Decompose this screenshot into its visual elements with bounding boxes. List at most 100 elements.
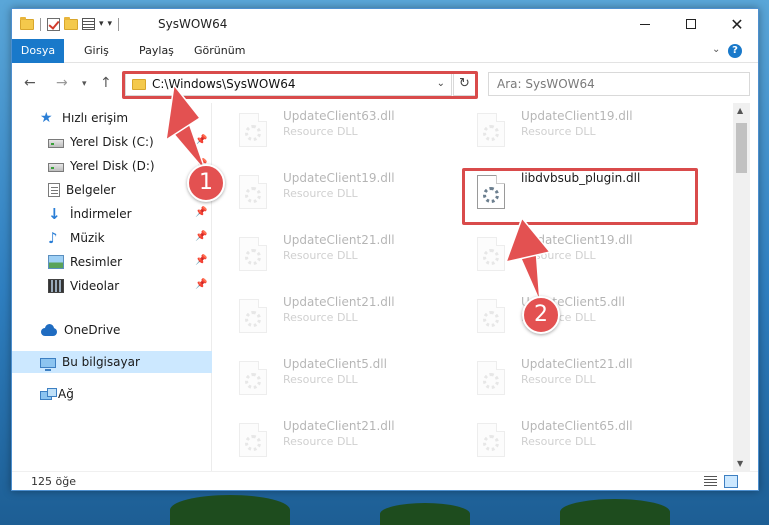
dll-file-icon <box>239 175 267 209</box>
minimize-button[interactable] <box>622 9 668 39</box>
file-item[interactable]: UpdateClient63.dll Resource DLL <box>213 103 433 159</box>
recent-locations-icon[interactable]: ▾ <box>82 79 87 89</box>
pin-icon[interactable]: 📌 <box>195 279 207 290</box>
sidebar-item-label: Resimler <box>70 255 123 269</box>
file-item[interactable]: UpdateClient21.dll Resource DLL <box>213 289 433 345</box>
file-item[interactable]: UpdateClient21.dll Resource DLL <box>451 351 671 407</box>
gear-icon <box>245 125 261 141</box>
up-arrow-icon[interactable]: ↑ <box>100 75 112 91</box>
network-icon <box>40 387 57 400</box>
dll-file-icon <box>239 361 267 395</box>
gear-icon <box>483 373 499 389</box>
expand-ribbon-icon[interactable]: ⌄ <box>712 44 720 55</box>
search-box[interactable]: Ara: SysWOW64 <box>488 72 750 96</box>
toolbar-divider <box>40 17 41 31</box>
file-item[interactable]: UpdateClient5.dll Resource DLL <box>213 351 433 407</box>
pin-icon[interactable]: 📌 <box>195 231 207 242</box>
file-name: UpdateClient21.dll <box>283 419 395 433</box>
dll-file-icon <box>239 113 267 147</box>
file-name: UpdateClient19.dll <box>521 109 633 123</box>
dll-file-icon <box>239 237 267 271</box>
file-list: UpdateClient63.dll Resource DLL UpdateCl… <box>213 103 733 471</box>
maximize-icon <box>686 19 696 29</box>
dll-file-icon <box>477 361 505 395</box>
sidebar-item-music[interactable]: ♪ Müzik 📌 <box>12 227 212 249</box>
back-arrow-icon[interactable]: ← <box>24 75 36 91</box>
sidebar-item-quick-access[interactable]: ★ Hızlı erişim <box>12 107 212 129</box>
file-item[interactable]: UpdateClient5.dll Resource DLL <box>451 289 671 345</box>
scroll-down-icon[interactable]: ▼ <box>737 459 743 468</box>
desktop-palm-silhouette <box>170 495 290 525</box>
properties-check-icon[interactable] <box>47 17 60 31</box>
title-bar: ▾ ▾ SysWOW64 ✕ <box>12 9 758 39</box>
new-folder-icon[interactable] <box>64 16 78 30</box>
star-icon: ★ <box>40 110 53 126</box>
file-type: Resource DLL <box>283 187 358 200</box>
sidebar-item-pictures[interactable]: Resimler 📌 <box>12 251 212 273</box>
sidebar-item-label: Yerel Disk (C:) <box>70 135 154 149</box>
details-view-icon[interactable] <box>704 476 717 487</box>
file-item[interactable]: UpdateClient19.dll Resource DLL <box>451 227 671 283</box>
file-item[interactable]: UpdateClient19.dll Resource DLL <box>213 165 433 221</box>
sidebar-item-label: Hızlı erişim <box>62 111 129 125</box>
maximize-button[interactable] <box>668 9 714 39</box>
pin-icon[interactable]: 📌 <box>195 255 207 266</box>
sidebar-item-documents[interactable]: Belgeler 📌 <box>12 179 212 201</box>
gear-icon <box>245 311 261 327</box>
sidebar-item-onedrive[interactable]: OneDrive <box>12 319 212 341</box>
quick-access-toolbar: ▾ ▾ <box>20 16 121 32</box>
sidebar-item-local-disk-c[interactable]: Yerel Disk (C:) 📌 <box>12 131 212 153</box>
scroll-up-icon[interactable]: ▲ <box>737 106 743 115</box>
close-button[interactable]: ✕ <box>714 9 758 39</box>
file-name: UpdateClient21.dll <box>521 357 633 371</box>
dll-file-icon <box>239 299 267 333</box>
sidebar-item-videos[interactable]: Videolar 📌 <box>12 275 212 297</box>
file-highlight-box <box>462 168 698 225</box>
forward-arrow-icon[interactable]: → <box>56 75 68 91</box>
scrollbar-thumb[interactable] <box>736 123 747 173</box>
dll-file-icon <box>477 299 505 333</box>
window-title: SysWOW64 <box>158 17 228 31</box>
sidebar-item-label: İndirmeler <box>70 207 132 221</box>
address-highlight-box <box>122 71 478 99</box>
customize-toolbar-icon[interactable]: ▾ <box>108 19 113 29</box>
tab-dosya[interactable]: Dosya <box>12 39 64 63</box>
gear-icon <box>245 187 261 203</box>
file-item[interactable]: UpdateClient21.dll Resource DLL <box>213 227 433 283</box>
onedrive-icon <box>40 323 58 337</box>
large-icons-view-icon[interactable] <box>724 475 738 488</box>
tab-paylas[interactable]: Paylaş <box>139 39 174 63</box>
file-type: Resource DLL <box>283 249 358 262</box>
sidebar-item-network[interactable]: Ağ <box>12 383 212 405</box>
tab-giris[interactable]: Giriş <box>84 39 109 63</box>
file-name: UpdateClient19.dll <box>521 233 633 247</box>
gear-icon <box>245 373 261 389</box>
pin-icon[interactable]: 📌 <box>195 135 207 146</box>
gear-icon <box>483 125 499 141</box>
dll-file-icon <box>477 237 505 271</box>
properties-icon[interactable] <box>82 18 95 30</box>
sidebar-item-local-disk-d[interactable]: Yerel Disk (D:) 📌 <box>12 155 212 177</box>
file-type: Resource DLL <box>283 435 358 448</box>
sidebar-item-this-pc[interactable]: Bu bilgisayar <box>12 351 212 373</box>
sidebar-item-downloads[interactable]: ↓ İndirmeler 📌 <box>12 203 212 225</box>
step-2-badge: 2 <box>522 296 560 334</box>
search-placeholder: Ara: SysWOW64 <box>497 77 595 91</box>
file-item[interactable]: UpdateClient19.dll Resource DLL <box>451 103 671 159</box>
file-type: Resource DLL <box>283 311 358 324</box>
help-icon[interactable]: ? <box>728 44 742 58</box>
tab-gorunum[interactable]: Görünüm <box>194 39 245 63</box>
this-pc-icon <box>40 357 56 371</box>
sidebar-item-label: Ağ <box>58 387 74 401</box>
file-name: UpdateClient19.dll <box>283 171 395 185</box>
pin-icon[interactable]: 📌 <box>195 207 207 218</box>
file-type: Resource DLL <box>521 435 596 448</box>
drive-icon <box>48 163 64 172</box>
file-item[interactable]: UpdateClient65.dll Resource DLL <box>451 413 671 469</box>
gear-icon <box>483 311 499 327</box>
close-icon: ✕ <box>730 14 744 34</box>
file-name: UpdateClient5.dll <box>283 357 387 371</box>
quick-access-dropdown-icon[interactable]: ▾ <box>99 19 104 29</box>
vertical-scrollbar[interactable]: ▲ ▼ <box>733 103 750 471</box>
file-item[interactable]: UpdateClient21.dll Resource DLL <box>213 413 433 469</box>
